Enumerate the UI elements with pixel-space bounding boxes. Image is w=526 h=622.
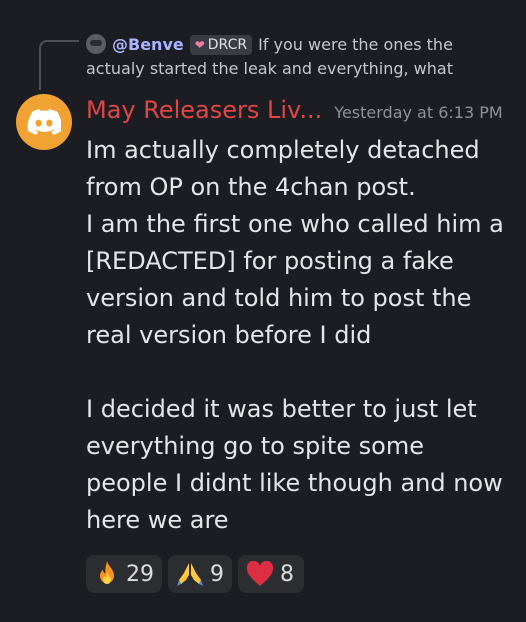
reaction-praying-hands[interactable]: 9 — [168, 555, 232, 593]
heart-icon — [246, 561, 274, 586]
message-username[interactable]: May Releasers Liv... — [86, 96, 322, 124]
reply-avatar — [86, 34, 106, 54]
reaction-praying-hands-count: 9 — [210, 561, 224, 587]
reaction-fire[interactable]: 29 — [86, 555, 162, 593]
praying-hands-icon — [177, 563, 203, 586]
reactions-bar: 29 9 8 — [86, 555, 304, 593]
reply-text-line2: actualy started the leak and everything,… — [86, 59, 453, 78]
reaction-heart[interactable]: 8 — [238, 555, 304, 593]
server-tag: ❤ DRCR — [189, 35, 253, 55]
message-content: Im actually completely detached from OP … — [86, 136, 504, 534]
message-timestamp[interactable]: Yesterday at 6:13 PM — [334, 103, 502, 122]
reaction-fire-count: 29 — [126, 561, 154, 587]
heart-icon: ❤ — [194, 38, 205, 52]
reply-username[interactable]: @Benve — [112, 35, 184, 54]
reaction-heart-count: 8 — [280, 561, 294, 587]
discord-logo-icon — [27, 109, 61, 135]
fire-icon — [100, 561, 114, 584]
reply-connector-line — [39, 40, 79, 90]
reply-preview[interactable]: @Benve ❤ DRCR If you were the ones the actu… — [86, 33, 506, 81]
reply-text-line1: If you were the ones the — [258, 35, 453, 54]
avatar[interactable] — [16, 94, 72, 150]
message-header: May Releasers Liv... Yesterday at 6:13 PM — [86, 96, 516, 124]
server-tag-label: DRCR — [207, 37, 248, 53]
